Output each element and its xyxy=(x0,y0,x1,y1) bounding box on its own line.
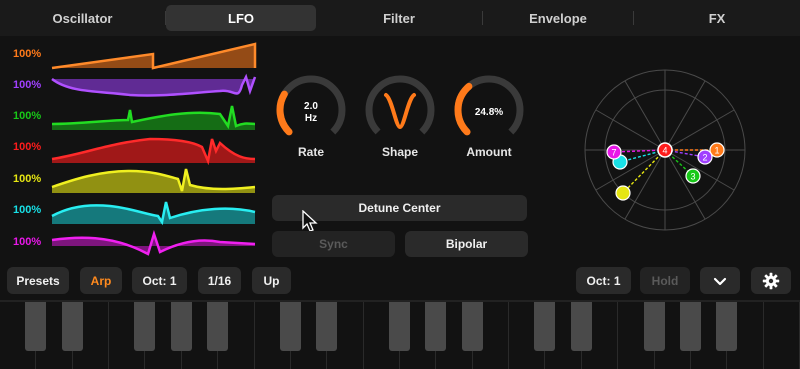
tab-filter[interactable]: Filter xyxy=(316,5,482,31)
shape-knob[interactable]: Shape xyxy=(362,75,438,165)
polar-point-3[interactable]: 3 xyxy=(685,168,701,184)
tab-fx[interactable]: FX xyxy=(634,5,800,31)
polar-point-label: 7 xyxy=(611,148,616,158)
polar-point-7[interactable]: 7 xyxy=(606,144,622,160)
black-key[interactable] xyxy=(25,302,47,351)
lfo-row-3[interactable]: 100% xyxy=(0,102,265,134)
lfo-row-7[interactable]: 100% xyxy=(0,228,265,260)
white-key[interactable] xyxy=(763,302,800,369)
lfo-waveform xyxy=(51,73,257,97)
tab-envelope[interactable]: Envelope xyxy=(483,5,633,31)
black-key[interactable] xyxy=(570,302,592,351)
lfo-waveform xyxy=(51,168,256,193)
lfo-level: 100% xyxy=(13,173,42,185)
lfo-waveform xyxy=(51,105,256,130)
polar-point-label: 2 xyxy=(702,153,707,163)
lfo-waveform xyxy=(51,137,256,165)
arp-rate-button[interactable]: 1/16 xyxy=(198,267,241,294)
tab-bar: Oscillator LFO Filter Envelope FX xyxy=(0,0,800,36)
polar-point-center[interactable]: 4 xyxy=(657,142,673,158)
bipolar-button[interactable]: Bipolar xyxy=(405,231,528,257)
black-key[interactable] xyxy=(207,302,229,351)
black-key[interactable] xyxy=(170,302,192,351)
black-key[interactable] xyxy=(716,302,738,351)
black-key[interactable] xyxy=(643,302,665,351)
rate-value: 2.0 Hz xyxy=(273,101,349,125)
shape-label: Shape xyxy=(381,145,418,159)
arp-octave-button[interactable]: Oct: 1 xyxy=(132,267,187,294)
lfo-waveform xyxy=(51,42,257,70)
tab-lfo[interactable]: LFO xyxy=(166,5,316,31)
polar-point-yellow[interactable] xyxy=(615,185,631,201)
lfo-row-4[interactable]: 100% xyxy=(0,133,265,165)
rate-value-number: 2.0 xyxy=(304,101,318,112)
hold-button[interactable]: Hold xyxy=(640,267,690,294)
black-key[interactable] xyxy=(679,302,701,351)
black-key[interactable] xyxy=(134,302,156,351)
black-key[interactable] xyxy=(534,302,556,351)
lfo-level: 100% xyxy=(13,79,42,91)
rate-knob[interactable]: 2.0 Hz Rate xyxy=(273,75,349,165)
black-key[interactable] xyxy=(389,302,410,351)
piano-keyboard xyxy=(0,300,800,369)
sync-button[interactable]: Sync xyxy=(272,231,395,257)
lfo-level: 100% xyxy=(13,204,42,216)
lfo-level: 100% xyxy=(13,110,42,122)
lfo-level: 100% xyxy=(13,48,42,60)
lfo-level: 100% xyxy=(13,236,42,248)
polar-center-label: 4 xyxy=(662,146,667,156)
lfo-polar-pad[interactable]: 1 2 3 7 4 xyxy=(565,45,770,255)
rate-value-unit: Hz xyxy=(304,113,318,124)
tab-oscillator[interactable]: Oscillator xyxy=(0,5,165,31)
keyboard-octave-button[interactable]: Oct: 1 xyxy=(576,267,631,294)
lfo-row-1[interactable]: 100% xyxy=(0,40,265,72)
presets-button[interactable]: Presets xyxy=(7,267,69,294)
lfo-row-6[interactable]: 100% xyxy=(0,196,265,228)
gear-icon xyxy=(762,272,780,289)
black-key[interactable] xyxy=(279,302,301,351)
black-key[interactable] xyxy=(461,302,483,351)
polar-point-label: 3 xyxy=(690,172,695,182)
settings-button[interactable] xyxy=(751,267,791,294)
lfo-waveform xyxy=(51,229,256,256)
polar-point-2[interactable]: 2 xyxy=(697,149,713,165)
black-key[interactable] xyxy=(425,302,447,351)
collapse-keyboard-button[interactable] xyxy=(700,267,740,294)
shape-knob-dial xyxy=(365,75,435,145)
amount-label: Amount xyxy=(466,145,512,159)
rate-label: Rate xyxy=(297,145,324,159)
arp-button[interactable]: Arp xyxy=(80,267,122,294)
black-key[interactable] xyxy=(316,302,338,351)
lfo-row-2[interactable]: 100% xyxy=(0,71,265,103)
arp-direction-button[interactable]: Up xyxy=(252,267,291,294)
amount-knob[interactable]: 24.8% Amount xyxy=(451,75,527,165)
amount-value: 24.8% xyxy=(474,107,504,118)
lfo-row-5[interactable]: 100% xyxy=(0,165,265,197)
black-key[interactable] xyxy=(61,302,83,351)
polar-point-label: 1 xyxy=(714,146,719,156)
lfo-waveform xyxy=(51,201,256,226)
lfo-level: 100% xyxy=(13,141,42,153)
shape-wave-icon xyxy=(384,93,416,130)
chevron-down-icon xyxy=(713,277,727,285)
